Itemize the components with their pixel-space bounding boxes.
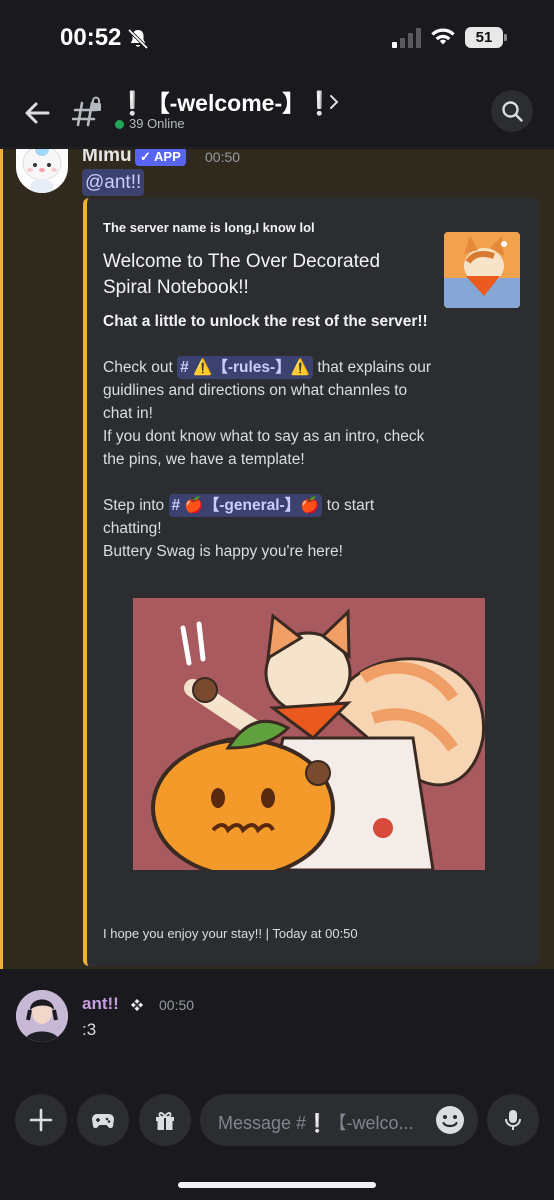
attach-button[interactable] [15,1094,67,1146]
gift-button[interactable] [139,1094,191,1146]
app-badge: ✓ APP [135,149,186,166]
emoji-icon[interactable] [434,1104,466,1136]
home-indicator [178,1182,376,1188]
welcome-embed: The server name is long,I know lol Welco… [83,198,539,966]
search-icon [502,101,523,122]
channel-title[interactable]: ❕【-welcome-】❕ [118,84,334,118]
online-count: 39 Online [129,116,185,131]
signal-icon [392,28,421,48]
back-icon[interactable] [22,98,52,128]
avatar[interactable] [16,990,68,1042]
embed-description: Chat a little to unlock the rest of the … [103,310,433,563]
mic-icon [505,1110,521,1130]
message-input[interactable]: Message #❕【-welco... [200,1094,478,1146]
chevron-right-icon[interactable] [326,93,342,111]
online-status-dot [115,120,124,129]
embed-bold-line: Chat a little to unlock the rest of the … [103,313,428,330]
embed-thumbnail[interactable] [444,232,520,308]
mention-message: Mimu ✓ APP 00:50 @ant!! The server name … [0,149,554,969]
embed-author: The server name is long,I know lol [103,220,315,235]
user-mention[interactable]: @ant!! [82,169,145,196]
message-author[interactable]: ant!! [82,994,119,1014]
embed-text: Step into [103,497,165,514]
embed-text: If you dont know what to say as an intro… [103,428,425,468]
activities-button[interactable] [77,1094,129,1146]
embed-image[interactable] [133,598,485,870]
gift-icon [156,1112,174,1130]
embed-text: Check out [103,359,173,376]
embed-footer: I hope you enjoy your stay!! | Today at … [103,926,358,941]
voice-message-button[interactable] [487,1094,539,1146]
battery-indicator: 51 [465,27,507,48]
wifi-icon [431,28,455,45]
message-timestamp: 00:50 [159,997,195,1013]
message-list[interactable]: Mimu ✓ APP 00:50 @ant!! The server name … [0,149,554,969]
embed-text: Buttery Swag is happy you're here! [103,543,343,560]
message-timestamp: 00:50 [205,149,241,165]
general-channel-link[interactable]: # 🍎【-general-】🍎 [168,494,323,517]
locked-channel-icon [72,96,101,127]
search-button[interactable] [491,90,533,132]
nitro-badge-icon [131,999,143,1011]
bell-muted-icon [127,28,149,50]
message-author[interactable]: Mimu [82,149,132,167]
message-placeholder: Message #❕【-welco... [218,1113,414,1133]
battery-level: 51 [465,27,503,48]
embed-title: Welcome to The Over Decorated Spiral Not… [103,251,381,298]
status-time: 00:52 [60,24,122,51]
mention-highlight-bar [0,149,3,969]
status-bar: 00:52 51 [0,0,554,78]
gamepad-icon [92,1114,114,1129]
channel-header: ❕【-welcome-】❕ 39 Online [0,78,554,148]
avatar[interactable] [16,149,68,193]
message-content: :3 [82,1020,97,1039]
rules-channel-link[interactable]: # ⚠️【-rules-】⚠️ [177,356,314,379]
plus-icon [29,1108,53,1132]
